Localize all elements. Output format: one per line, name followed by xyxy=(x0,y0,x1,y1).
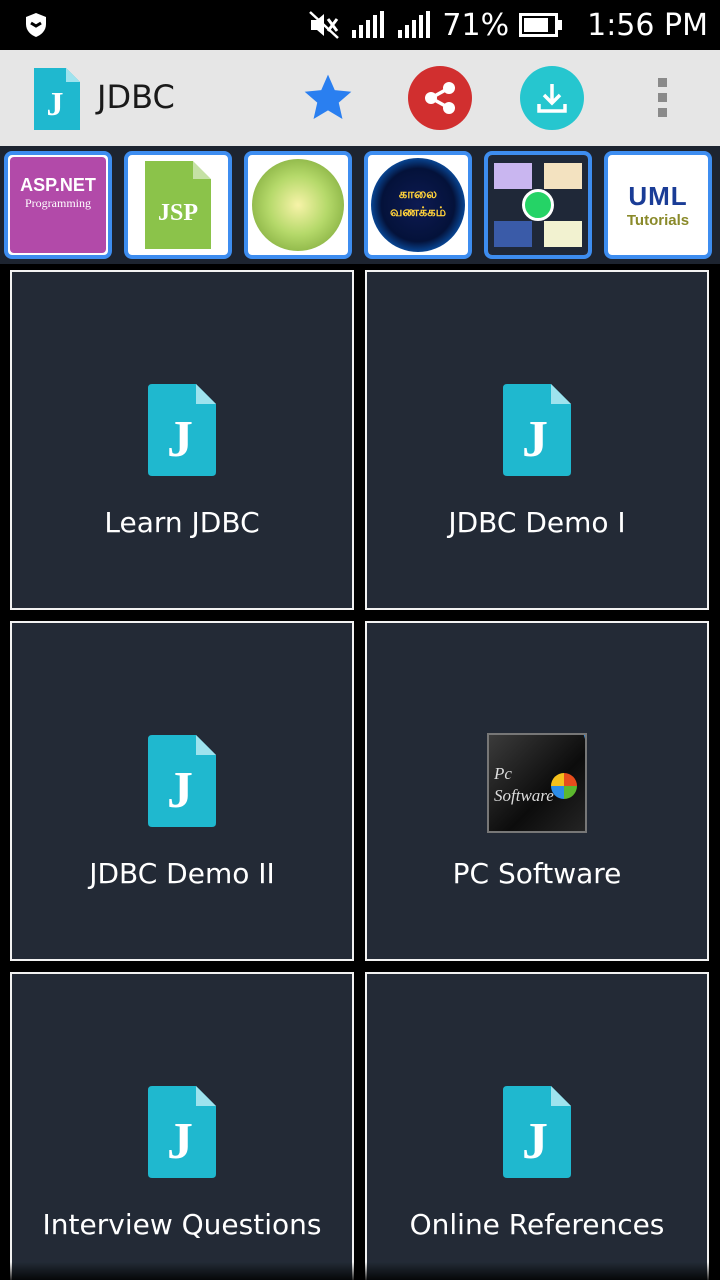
bottom-fade xyxy=(0,1262,720,1280)
aspnet-logo-icon: ASP.NET Programming xyxy=(10,157,106,253)
pc-icon-text-2: Software xyxy=(494,786,554,805)
signal-icon-2 xyxy=(398,11,431,38)
more-vert-icon xyxy=(657,78,667,87)
jsp-label: JSP xyxy=(157,200,198,226)
app-thumb-whatsapp-greetings[interactable] xyxy=(484,151,592,259)
kalai-line1: காலை xyxy=(398,187,438,202)
more-options-button[interactable] xyxy=(650,78,674,120)
star-icon xyxy=(304,74,352,119)
favorite-button[interactable] xyxy=(296,66,360,130)
promo-app-strip: ASP.NET Programming JSP காலை வணக்கம் UML… xyxy=(0,146,720,264)
tile-pc-software[interactable]: Pc Software PC Software xyxy=(365,621,709,961)
tile-label: Interview Questions xyxy=(42,1208,322,1241)
tea-cup-icon xyxy=(252,159,344,251)
windows-logo-icon xyxy=(551,773,577,799)
tile-learn-jdbc[interactable]: J Learn JDBC xyxy=(10,270,354,610)
app-thumb-kalai-vanakkam[interactable]: காலை வணக்கம் xyxy=(364,151,472,259)
svg-text:J: J xyxy=(522,411,548,468)
app-thumb-aspnet[interactable]: ASP.NET Programming xyxy=(4,151,112,259)
tile-label: JDBC Demo II xyxy=(89,857,275,890)
app-toolbar: J JDBC xyxy=(0,50,720,146)
app-title: JDBC xyxy=(97,78,175,116)
battery-percent: 71% xyxy=(442,7,510,43)
tile-label: JDBC Demo I xyxy=(448,506,626,539)
aspnet-subtitle: Programming xyxy=(25,196,91,210)
kalai-line2: வணக்கம் xyxy=(389,205,447,220)
signal-icon-1 xyxy=(352,11,385,38)
pc-icon-text-1: Pc xyxy=(494,764,512,783)
tile-label: Online References xyxy=(409,1208,665,1241)
kalai-vanakkam-logo-icon: காலை வணக்கம் xyxy=(371,158,465,252)
aspnet-title: ASP.NET xyxy=(20,175,96,195)
svg-text:J: J xyxy=(167,1113,193,1170)
jdbc-file-icon: J xyxy=(148,384,216,476)
share-button[interactable] xyxy=(408,66,472,130)
tile-jdbc-demo-2[interactable]: J JDBC Demo II xyxy=(10,621,354,961)
pc-software-icon: Pc Software xyxy=(487,733,587,833)
jdbc-file-icon: J xyxy=(148,1086,216,1178)
menu-grid: J Learn JDBC J JDBC Demo I J JDBC Demo I… xyxy=(0,264,720,1280)
share-icon xyxy=(425,82,455,114)
app-thumb-jsp[interactable]: JSP xyxy=(124,151,232,259)
status-bar: 71% 1:56 PM xyxy=(0,0,720,50)
tile-jdbc-demo-1[interactable]: J JDBC Demo I xyxy=(365,270,709,610)
uml-subtitle: Tutorials xyxy=(626,212,690,229)
svg-text:J: J xyxy=(522,1113,548,1170)
jdbc-file-icon: J xyxy=(503,1086,571,1178)
screen: 71% 1:56 PM J JDBC ASP.NET Programming J… xyxy=(0,0,720,1280)
svg-text:J: J xyxy=(167,762,193,819)
uml-logo-icon: UML Tutorials xyxy=(627,181,689,229)
tile-online-references[interactable]: J Online References xyxy=(365,972,709,1280)
jdbc-file-icon: J xyxy=(148,735,216,827)
tile-interview-questions[interactable]: J Interview Questions xyxy=(10,972,354,1280)
app-thumb-uml[interactable]: UML Tutorials xyxy=(604,151,712,259)
svg-text:J: J xyxy=(167,411,193,468)
jdbc-app-logo-icon: J xyxy=(34,68,80,130)
jdbc-file-icon: J xyxy=(503,384,571,476)
svg-text:J: J xyxy=(47,86,64,123)
clock: 1:56 PM xyxy=(587,7,708,43)
jsp-file-icon: JSP xyxy=(145,161,211,249)
tile-label: Learn JDBC xyxy=(104,506,260,539)
tile-label: PC Software xyxy=(452,857,622,890)
uml-title: UML xyxy=(628,181,688,211)
whatsapp-collage-icon xyxy=(488,155,588,255)
mute-icon xyxy=(309,11,340,39)
app-thumb-tea[interactable] xyxy=(244,151,352,259)
battery-icon xyxy=(519,13,563,37)
download-icon xyxy=(537,84,567,113)
shield-icon xyxy=(26,13,46,37)
download-button[interactable] xyxy=(520,66,584,130)
